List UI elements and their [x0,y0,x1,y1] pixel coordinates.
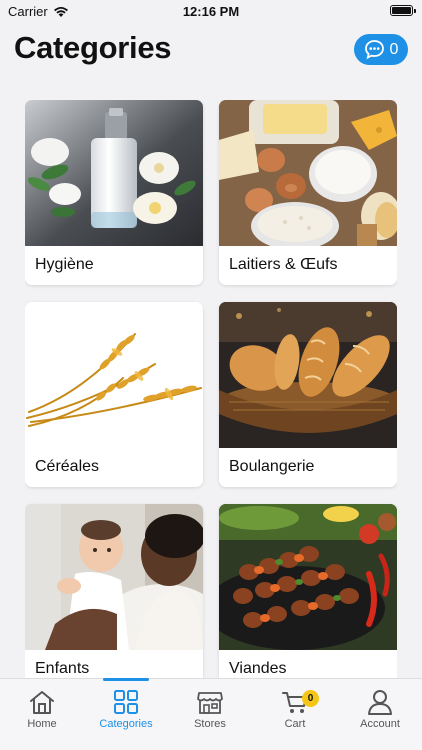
grid-icon [114,690,138,714]
chat-bubble-icon [364,40,384,60]
category-card-dairy-eggs[interactable]: Laitiers & Œufs [219,100,397,285]
category-card-hygiene[interactable]: Hygiène [25,100,203,285]
person-icon [368,690,392,715]
tab-stores[interactable]: Stores [168,679,252,750]
tab-bar: Home Categories Stores Cart Account [0,678,422,750]
chat-button[interactable]: 0 [354,34,408,65]
category-label: Hygiène [35,256,94,273]
tab-home[interactable]: Home [0,679,84,750]
category-label: Laitiers & Œufs [229,256,338,273]
dairy-eggs-image [219,100,397,246]
page-title: Categories [14,30,172,65]
category-label: Enfants [35,660,90,677]
mother-baby-image [25,504,203,650]
store-icon [197,692,223,714]
category-label: Boulangerie [229,458,315,475]
wheat-image [25,302,203,448]
category-card-children[interactable]: Enfants [25,504,203,678]
status-bar: Carrier 12:16 PM [0,0,422,24]
bread-basket-image [219,302,397,448]
battery-icon [390,5,416,16]
tab-label: Account [360,718,400,730]
tab-categories[interactable]: Categories [84,679,168,750]
category-card-cereals[interactable]: Céréales [25,302,203,487]
meat-skewers-image [219,504,397,650]
category-card-bakery[interactable]: Boulangerie [219,302,397,487]
status-time: 12:16 PM [182,4,240,19]
category-label: Céréales [35,458,100,475]
category-card-meat[interactable]: Viandes [219,504,397,678]
chat-count: 0 [389,40,399,58]
category-label: Viandes [229,660,287,677]
home-icon [30,691,54,714]
category-grid: Hygiène Laitiers & Œufs Céréales Boulang… [25,100,397,678]
tab-label: Cart [284,718,306,730]
active-tab-indicator [103,678,149,681]
tab-label: Home [27,718,57,730]
tab-cart[interactable]: Cart [253,679,337,750]
tab-account[interactable]: Account [338,679,422,750]
cart-badge: 0 [302,690,319,707]
skincare-bottle-image [25,100,203,246]
tab-label: Stores [194,718,226,730]
tab-label: Categories [99,718,153,730]
